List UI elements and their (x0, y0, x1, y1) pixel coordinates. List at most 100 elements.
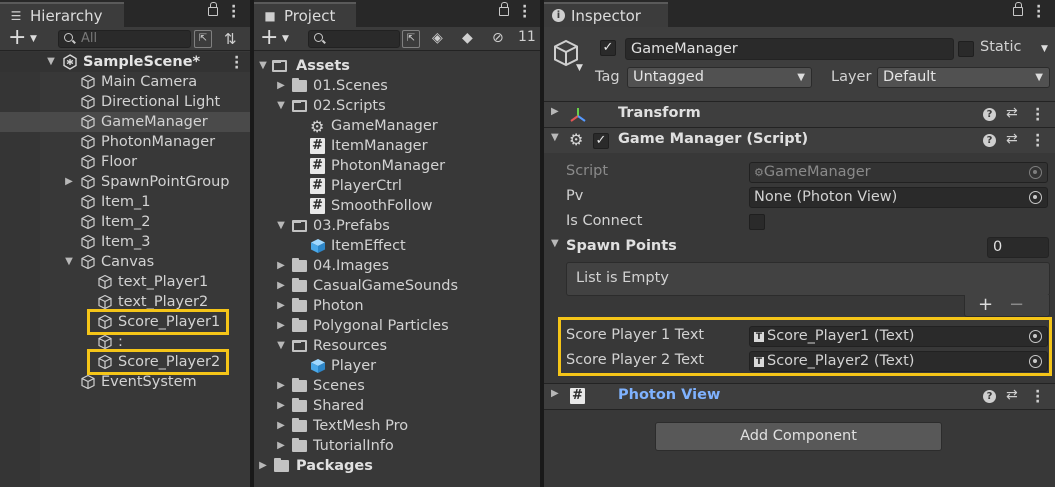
hier-item[interactable]: EventSystem (0, 372, 250, 392)
is-connect-checkbox[interactable] (749, 214, 765, 230)
scene-kebab-icon[interactable]: · · · (234, 51, 239, 75)
hier-item[interactable]: PhotonManager (0, 132, 250, 152)
project-item[interactable]: ▶ 04.Images (254, 256, 540, 276)
project-item[interactable]: ▶ Scenes (254, 376, 540, 396)
search-by-type-icon[interactable]: ⇱ (402, 30, 420, 48)
photon-view-header[interactable]: ▶ # Photon View ? ⇄ · · · (544, 383, 1055, 409)
help-icon[interactable]: ? (983, 108, 996, 121)
hier-item[interactable]: Item_1 (0, 192, 250, 212)
project-item[interactable]: ▶ Shared (254, 396, 540, 416)
pv-field[interactable]: None (Photon View) (749, 187, 1048, 208)
hier-item[interactable]: text_Player1 (0, 272, 250, 292)
expand-arrow-icon[interactable]: ▶ (276, 76, 286, 96)
expand-arrow-icon[interactable]: ▶ (64, 172, 74, 192)
scene-row[interactable]: ▼ SampleScene* · · · (0, 51, 250, 75)
expand-arrow-icon[interactable]: ▶ (276, 376, 286, 396)
lock-icon[interactable] (208, 2, 218, 16)
project-item[interactable]: ⚙ GameManager (254, 116, 540, 136)
project-item[interactable]: ▶ Polygonal Particles (254, 316, 540, 336)
label-tag-icon[interactable]: ◆ (462, 30, 473, 46)
project-item[interactable]: ▼ Resources (254, 336, 540, 356)
expand-arrow-icon[interactable]: ▶ (276, 316, 286, 336)
project-item[interactable]: ▶ TextMesh Pro (254, 416, 540, 436)
hier-item-selected[interactable]: GameManager (0, 112, 250, 132)
presets-icon[interactable]: ⇄ (1006, 387, 1018, 403)
hidden-eye-icon[interactable]: ⊘ (492, 30, 504, 46)
hier-item[interactable]: Item_2 (0, 212, 250, 232)
object-picker-icon[interactable] (1029, 191, 1042, 204)
project-item[interactable]: # SmoothFollow (254, 196, 540, 216)
hier-item[interactable]: Item_3 (0, 232, 250, 252)
static-checkbox[interactable] (958, 41, 974, 57)
project-item[interactable]: ▶ Packages (254, 456, 540, 476)
layer-dropdown[interactable]: Default (877, 67, 1050, 88)
help-icon[interactable]: ? (983, 390, 996, 403)
component-kebab-icon[interactable]: · · · (1035, 103, 1040, 127)
collapse-arrow-icon[interactable]: ▼ (551, 132, 559, 143)
add-component-button[interactable]: Add Component (655, 422, 942, 451)
expand-arrow-icon[interactable]: ▶ (276, 276, 286, 296)
expand-arrow-icon[interactable]: ▼ (276, 216, 286, 236)
project-tab[interactable]: ■ Project (254, 2, 356, 27)
expand-arrow-icon[interactable]: ▶ (276, 436, 286, 456)
tag-dropdown[interactable]: Untagged (627, 67, 812, 88)
project-item[interactable]: ▼ Assets (254, 56, 540, 76)
project-item[interactable]: ▶ CasualGameSounds (254, 276, 540, 296)
script-component-header[interactable]: ▼ ⚙ ✓ Game Manager (Script) ? ⇄ · · · (544, 127, 1055, 153)
spawn-points-size-field[interactable]: 0 (987, 237, 1049, 258)
chevron-down-icon[interactable]: ▼ (282, 34, 289, 44)
collapse-arrow-icon[interactable]: ▼ (551, 238, 559, 249)
list-remove-button[interactable]: − (1009, 294, 1024, 315)
hier-item[interactable]: ▼ Canvas (0, 252, 250, 272)
project-item[interactable]: # PhotonManager (254, 156, 540, 176)
help-icon[interactable]: ? (983, 134, 996, 147)
active-checkbox[interactable]: ✓ (600, 40, 616, 56)
static-dropdown-icon[interactable]: ▼ (1041, 44, 1048, 54)
project-item[interactable]: ▼ 03.Prefabs (254, 216, 540, 236)
project-item[interactable]: Player (254, 356, 540, 376)
project-item[interactable]: ▶ TutorialInfo (254, 436, 540, 456)
hier-item[interactable]: ▶ SpawnPointGroup (0, 172, 250, 192)
expand-arrow-icon[interactable]: ▶ (551, 106, 559, 117)
component-kebab-icon[interactable]: · · · (1035, 385, 1040, 409)
project-item[interactable]: ▶ 01.Scenes (254, 76, 540, 96)
expand-arrow-icon[interactable]: ▼ (46, 52, 56, 72)
scene-visibility-icon[interactable]: ⇱ (194, 30, 212, 48)
presets-icon[interactable]: ⇄ (1006, 105, 1018, 121)
expand-arrow-icon[interactable]: ▼ (276, 96, 286, 116)
chevron-down-icon[interactable]: ▼ (30, 34, 37, 44)
expand-arrow-icon[interactable]: ▶ (276, 296, 286, 316)
filter-type-icon[interactable]: ◈ (432, 30, 443, 46)
inspector-tab[interactable]: i Inspector (544, 2, 668, 27)
component-enabled-checkbox[interactable]: ✓ (593, 133, 609, 149)
project-item[interactable]: ▼ 02.Scripts (254, 96, 540, 116)
sort-icon[interactable]: ⇅ (224, 30, 237, 48)
icon-dropdown-chevron-icon[interactable]: ▼ (576, 63, 583, 73)
project-item[interactable]: ▶ Photon (254, 296, 540, 316)
expand-arrow-icon[interactable]: ▶ (276, 256, 286, 276)
hierarchy-search-input[interactable]: All (58, 30, 191, 48)
hier-item[interactable]: Directional Light (0, 92, 250, 112)
create-plus-icon[interactable]: + (260, 27, 278, 49)
presets-icon[interactable]: ⇄ (1006, 131, 1018, 147)
transform-header[interactable]: ▶ Transform ? ⇄ · · · (544, 101, 1055, 127)
hierarchy-tab[interactable]: ☰ Hierarchy (0, 2, 124, 27)
lock-icon[interactable] (1013, 2, 1023, 16)
kebab-menu-icon[interactable]: · · · (522, 0, 527, 24)
expand-arrow-icon[interactable]: ▼ (276, 336, 286, 356)
expand-arrow-icon[interactable]: ▼ (258, 56, 268, 76)
expand-arrow-icon[interactable]: ▶ (276, 396, 286, 416)
lock-icon[interactable] (499, 2, 509, 16)
hier-item[interactable]: Floor (0, 152, 250, 172)
component-kebab-icon[interactable]: · · · (1035, 129, 1040, 153)
project-item[interactable]: # PlayerCtrl (254, 176, 540, 196)
expand-arrow-icon[interactable]: ▼ (64, 252, 74, 272)
kebab-menu-icon[interactable]: · · · (231, 0, 236, 24)
expand-arrow-icon[interactable]: ▶ (551, 388, 559, 399)
kebab-menu-icon[interactable]: · · · (1036, 0, 1041, 24)
list-add-button[interactable]: + (978, 294, 993, 315)
project-item[interactable]: ItemEffect (254, 236, 540, 256)
project-item[interactable]: # ItemManager (254, 136, 540, 156)
object-name-field[interactable]: GameManager (625, 38, 954, 60)
expand-arrow-icon[interactable]: ▶ (258, 456, 268, 476)
